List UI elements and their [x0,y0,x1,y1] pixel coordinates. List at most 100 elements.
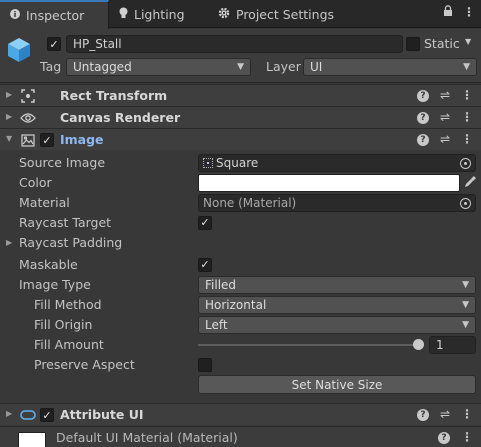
fill-origin-label: Fill Origin [34,317,93,332]
component-menu-icon[interactable]: ⋮ [461,88,473,102]
fill-method-row: Fill Method Horizontal ▼ [0,295,481,315]
help-icon[interactable]: ? [416,134,429,146]
material-label: Material [19,195,70,210]
fill-amount-slider-track[interactable] [198,344,420,346]
foldout-arrow-icon[interactable]: ▶ [6,409,12,418]
foldout-arrow-icon[interactable]: ▶ [6,90,12,99]
tab-label: Lighting [134,6,185,22]
static-dropdown-icon[interactable]: ▼ [465,37,471,46]
fill-amount-row: Fill Amount 1 [0,335,481,355]
more-options-icon[interactable]: ⋮ [463,5,475,20]
color-label: Color [19,175,52,190]
static-label: Static [424,36,460,51]
preset-icon[interactable]: ⇌ [440,88,450,102]
component-menu-icon[interactable]: ⋮ [461,430,473,444]
fill-method-label: Fill Method [34,297,102,312]
image-type-dropdown[interactable]: Filled ▼ [198,276,476,294]
component-menu-icon[interactable]: ⋮ [461,407,473,421]
preserve-aspect-row: Preserve Aspect [0,355,481,375]
set-native-size-button[interactable]: Set Native Size [198,375,476,394]
tab-project-settings[interactable]: Project Settings [218,0,334,28]
component-rect-transform[interactable]: ▶ Rect Transform ? ⇌ ⋮ [0,84,481,106]
image-type-row: Image Type Filled ▼ [0,275,481,295]
help-icon[interactable]: ? [416,112,429,124]
preset-icon[interactable]: ⇌ [440,110,450,124]
color-swatch[interactable] [198,174,460,192]
source-image-row: Source Image Square [0,153,481,173]
gameobject-cube-icon [6,36,32,64]
tag-label: Tag [40,59,62,74]
layer-value: UI [310,60,323,74]
fill-amount-slider-handle[interactable] [413,339,424,350]
component-title: Attribute UI [60,407,144,422]
material-row: Material None (Material) [0,193,481,213]
object-header: ✓ HP_Stall Static ▼ Tag Untagged ▼ Layer… [0,29,481,83]
help-icon[interactable]: ? [416,90,429,102]
tab-bar: Inspector Lighting Project Settings ⋮ [0,0,481,29]
tab-inspector[interactable]: Inspector [0,0,109,29]
sprite-icon [203,158,213,168]
chevron-down-icon: ▼ [462,280,469,290]
tag-dropdown[interactable]: Untagged ▼ [66,58,251,76]
image-enabled-checkbox[interactable]: ✓ [40,133,54,147]
maskable-checkbox[interactable]: ✓ [198,257,212,272]
gear-icon [218,7,230,22]
fill-origin-row: Fill Origin Left ▼ [0,315,481,335]
preset-icon[interactable]: ⇌ [440,407,450,421]
attribute-ui-enabled-checkbox[interactable]: ✓ [40,408,54,422]
object-picker-icon[interactable] [460,158,471,169]
fill-amount-label: Fill Amount [34,337,104,352]
fill-origin-dropdown[interactable]: Left ▼ [198,316,476,334]
lightbulb-icon [119,7,128,22]
fill-method-dropdown[interactable]: Horizontal ▼ [198,296,476,314]
fill-origin-value: Left [205,318,228,332]
static-checkbox[interactable] [406,37,420,51]
help-icon[interactable]: ? [438,432,450,444]
material-footer-title: Default UI Material (Material) [56,430,238,445]
lock-icon[interactable] [443,5,453,20]
material-footer[interactable]: Default UI Material (Material) ? ⋮ [0,426,481,447]
component-attribute-ui[interactable]: ▶ ✓ Attribute UI ? ⇌ ⋮ [0,403,481,425]
info-icon [10,9,20,22]
preserve-aspect-label: Preserve Aspect [34,357,135,372]
foldout-expanded-icon[interactable]: ▼ [6,134,12,143]
chevron-down-icon: ▼ [463,62,470,72]
component-canvas-renderer[interactable]: ▶ Canvas Renderer ? ⇌ ⋮ [0,106,481,128]
active-checkbox[interactable]: ✓ [47,37,61,51]
raycast-padding-label: Raycast Padding [19,235,123,250]
component-title: Rect Transform [60,88,168,103]
help-icon[interactable]: ? [416,409,429,421]
component-image[interactable]: ▼ ✓ Image ? ⇌ ⋮ [0,128,481,150]
object-name-field[interactable]: HP_Stall [66,35,403,53]
fill-amount-input[interactable]: 1 [429,336,476,354]
raycast-padding-row[interactable]: ▶ Raycast Padding [0,233,481,253]
material-field[interactable]: None (Material) [198,194,476,212]
raycast-target-checkbox[interactable]: ✓ [198,215,212,230]
material-preview-thumbnail [18,432,46,447]
set-native-size-row: Set Native Size [0,375,481,395]
chevron-down-icon: ▼ [462,320,469,330]
object-picker-icon[interactable] [460,198,471,209]
eyedropper-icon[interactable] [464,176,476,192]
foldout-arrow-icon[interactable]: ▶ [6,112,12,121]
source-image-label: Source Image [19,155,106,170]
chevron-down-icon: ▼ [237,62,244,72]
component-menu-icon[interactable]: ⋮ [461,110,473,124]
rect-transform-icon [20,88,36,104]
script-pill-icon [20,407,36,423]
component-menu-icon[interactable]: ⋮ [461,132,473,146]
maskable-label: Maskable [19,257,78,272]
eye-icon [20,110,36,126]
layer-dropdown[interactable]: UI ▼ [303,58,477,76]
preserve-aspect-checkbox[interactable] [198,358,212,372]
source-image-field[interactable]: Square [198,154,476,172]
preset-icon[interactable]: ⇌ [440,132,450,146]
foldout-arrow-icon[interactable]: ▶ [6,238,12,247]
component-title: Canvas Renderer [60,110,181,125]
maskable-row: Maskable ✓ [0,255,481,275]
color-row: Color [0,173,481,193]
tag-value: Untagged [73,60,132,74]
tab-label: Project Settings [236,6,335,22]
tab-lighting[interactable]: Lighting [119,0,185,28]
layer-label: Layer [266,59,301,74]
